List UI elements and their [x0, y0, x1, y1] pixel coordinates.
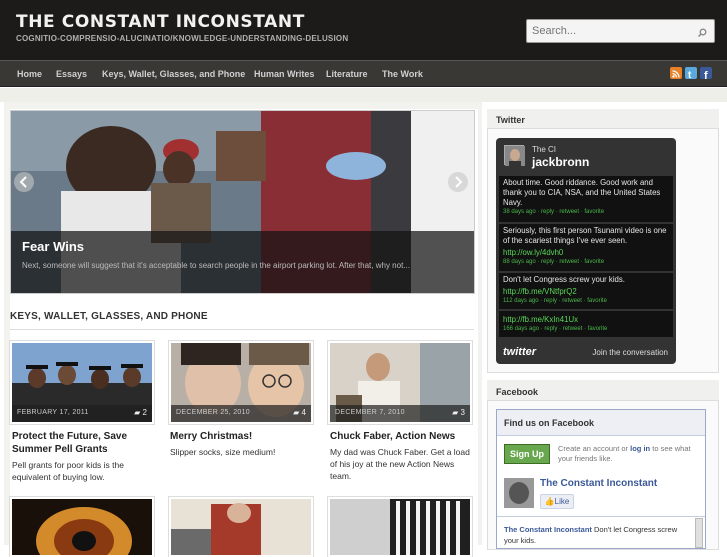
comment-count[interactable]: ▰ 2 — [134, 408, 147, 417]
post-thumbnail[interactable] — [169, 497, 313, 557]
comment-count[interactable]: ▰ 3 — [452, 408, 465, 417]
site-title[interactable]: THE CONSTANT INCONSTANT — [16, 12, 305, 32]
post-thumbnail[interactable]: FEBRUARY 17, 2011 ▰ 2 — [10, 341, 154, 424]
facebook-like-box: Find us on Facebook Sign Up Create an ac… — [496, 409, 706, 549]
svg-text:t: t — [688, 70, 692, 80]
tweet-link[interactable]: http://fb.me/VNtfprQ2 — [499, 285, 673, 297]
tweet-meta[interactable]: 38 days ago · reply · retweet · favorite — [499, 208, 673, 218]
avatar[interactable] — [504, 145, 525, 166]
post-date: FEBRUARY 17, 2011 — [17, 409, 89, 416]
fb-create-text: Create an account or — [558, 444, 629, 453]
post-thumbnail[interactable] — [10, 497, 154, 557]
illustration-image — [171, 499, 311, 555]
section-divider — [10, 329, 474, 330]
facebook-widget-title: Facebook — [496, 387, 539, 397]
thumbnail-meta-bar: DECEMBER 7, 2010 ▰ 3 — [330, 405, 470, 422]
nav-item-literature[interactable]: Literature — [326, 69, 368, 79]
twitter-widget-title: Twitter — [496, 115, 525, 125]
post-thumbnail[interactable]: DECEMBER 25, 2010 ▰ 4 — [169, 341, 313, 424]
twitter-feed: The CI jackbronn About time. Good riddan… — [496, 138, 676, 364]
slider-next-button[interactable] — [448, 172, 468, 192]
content-strip — [0, 88, 727, 102]
facebook-icon[interactable]: f — [700, 67, 712, 82]
site-tagline: COGNITIO-COMPRENSIO-ALUCINATIO/KNOWLEDGE… — [16, 34, 349, 43]
fb-like-button[interactable]: 👍Like — [540, 494, 574, 509]
site-header: THE CONSTANT INCONSTANT COGNITIO-COMPREN… — [0, 0, 727, 60]
slide-excerpt: Next, someone will suggest that it's acc… — [22, 261, 410, 270]
fb-find-us: Find us on Facebook — [504, 418, 595, 428]
slider-caption: Fear Wins Next, someone will suggest tha… — [11, 231, 474, 293]
rss-icon[interactable] — [670, 67, 682, 79]
comment-icon: ▰ — [293, 408, 302, 417]
tweet-text: Don't let Congress screw your kids. — [503, 275, 625, 284]
join-conversation-link[interactable]: Join the conversation — [592, 348, 668, 357]
tweet-link[interactable]: http://ow.ly/4dvh0 — [499, 246, 673, 258]
post-title[interactable]: Chuck Faber, Action News — [330, 430, 475, 443]
tweet: http://fb.me/KxIn41Ux 166 days ago · rep… — [499, 311, 673, 337]
nav-item-human-writes[interactable]: Human Writes — [254, 69, 314, 79]
tweet-meta[interactable]: 166 days ago · reply · retweet · favorit… — [499, 325, 673, 335]
fb-like-label: Like — [554, 497, 570, 506]
comment-icon: ▰ — [452, 408, 461, 417]
tweet: Seriously, this first person Tsunami vid… — [499, 224, 673, 271]
nav-item-home[interactable]: Home — [17, 69, 42, 79]
twitter-logo[interactable]: twitter — [503, 346, 536, 358]
post-thumbnail[interactable] — [328, 497, 472, 557]
post-excerpt: Slipper socks, size medium! — [170, 447, 276, 457]
tweet: Don't let Congress screw your kids. http… — [499, 273, 673, 309]
nav-item-the-work[interactable]: The Work — [382, 69, 423, 79]
tweet-meta[interactable]: 88 days ago · reply · retweet · favorite — [499, 258, 673, 268]
fb-create-account-text: Create an account or log in to see what … — [558, 444, 703, 464]
tweet-meta[interactable]: 112 days ago · reply · retweet · favorit… — [499, 297, 673, 307]
thumbnail-meta-bar: DECEMBER 25, 2010 ▰ 4 — [171, 405, 311, 422]
thumbnail-meta-bar: FEBRUARY 17, 2011 ▰ 2 — [12, 405, 152, 422]
post-date: DECEMBER 25, 2010 — [176, 409, 250, 416]
twitter-profile-name: The CI — [532, 145, 557, 154]
tweet-link[interactable]: http://fb.me/KxIn41Ux — [499, 311, 673, 325]
fb-like-icon: 👍 — [544, 497, 555, 506]
post-thumbnail[interactable]: DECEMBER 7, 2010 ▰ 3 — [328, 341, 472, 424]
post-excerpt: My dad was Chuck Faber. Get a load of hi… — [330, 447, 470, 481]
post-date: DECEMBER 7, 2010 — [335, 409, 405, 416]
comment-count-value: 4 — [301, 408, 306, 417]
comment-count-value: 2 — [142, 408, 147, 417]
fb-signup-button[interactable]: Sign Up — [504, 444, 550, 464]
search-icon[interactable] — [697, 25, 707, 43]
fb-page-avatar[interactable] — [504, 478, 534, 508]
tweet-text: Seriously, this first person Tsunami vid… — [503, 226, 667, 245]
fb-post-author[interactable]: The Constant Inconstant — [504, 525, 592, 534]
twitter-icon[interactable]: t — [685, 67, 697, 81]
slide-title[interactable]: Fear Wins — [22, 239, 84, 254]
nav-item-keys-wallet[interactable]: Keys, Wallet, Glasses, and Phone — [102, 69, 245, 79]
nav-item-essays[interactable]: Essays — [56, 69, 87, 79]
main-nav: Home Essays Keys, Wallet, Glasses, and P… — [0, 60, 727, 87]
slider-prev-button[interactable] — [14, 172, 34, 192]
fb-stream-post: The Constant Inconstant Don't let Congre… — [504, 524, 684, 546]
comment-icon: ▰ — [134, 408, 143, 417]
fb-login-link[interactable]: log in — [630, 444, 650, 453]
fb-scrollbar[interactable] — [695, 518, 703, 548]
search-box — [526, 19, 715, 43]
post-title[interactable]: Protect the Future, Save Summer Pell Gra… — [12, 430, 157, 456]
tweet-text: About time. Good riddance. Good work and… — [503, 178, 661, 207]
post-excerpt: Pell grants for poor kids is the equival… — [12, 460, 124, 482]
eye-image — [12, 499, 152, 555]
twitter-username[interactable]: jackbronn — [532, 155, 589, 169]
section-title[interactable]: KEYS, WALLET, GLASSES, AND PHONE — [10, 311, 208, 322]
comment-count[interactable]: ▰ 4 — [293, 408, 306, 417]
fb-divider — [497, 516, 705, 517]
fb-page-name[interactable]: The Constant Inconstant — [540, 478, 657, 489]
post-title[interactable]: Merry Christmas! — [170, 430, 315, 443]
svg-text:f: f — [704, 70, 708, 80]
comment-count-value: 3 — [460, 408, 465, 417]
piano-image — [330, 499, 470, 555]
tweet: About time. Good riddance. Good work and… — [499, 176, 673, 222]
search-input[interactable] — [530, 22, 690, 40]
